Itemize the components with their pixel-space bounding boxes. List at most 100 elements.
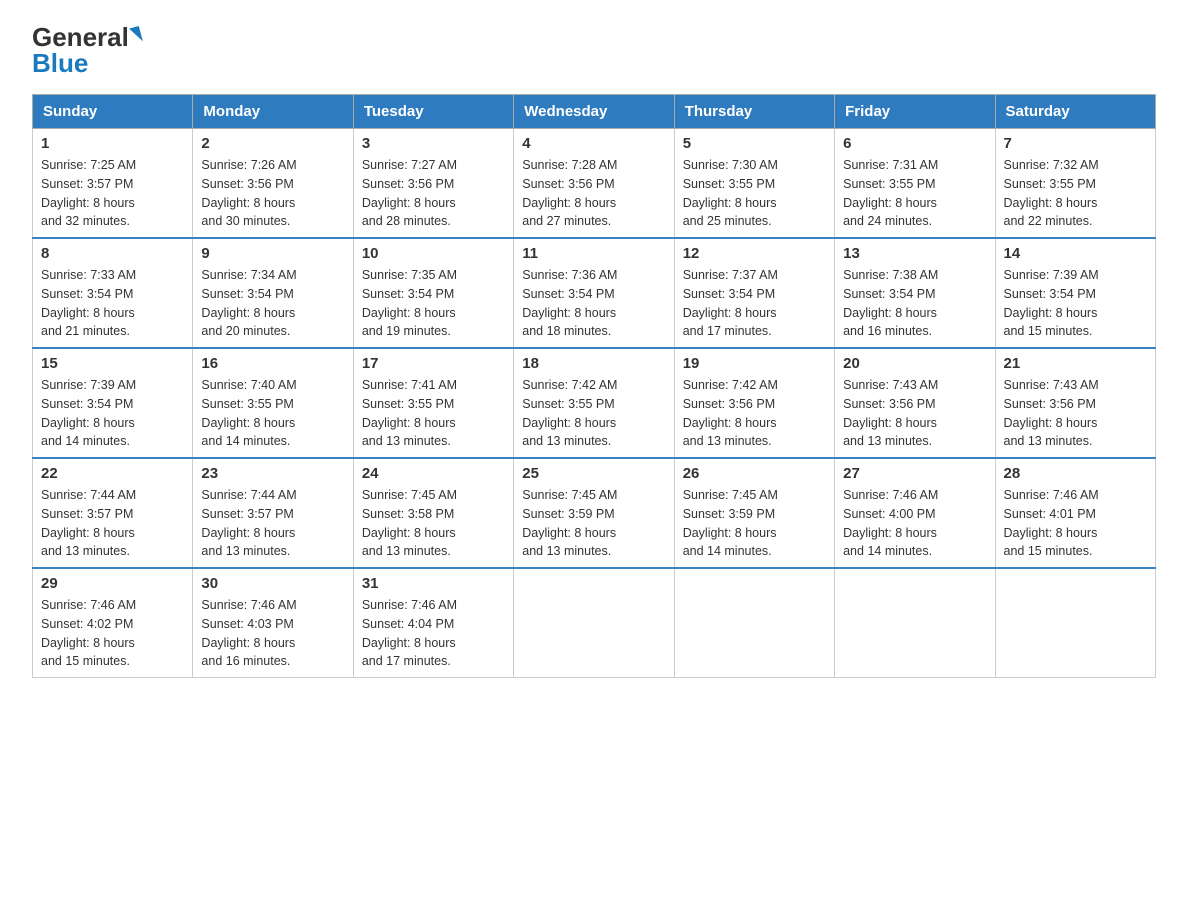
- day-number: 30: [201, 575, 344, 592]
- day-number: 17: [362, 355, 505, 372]
- day-info: Sunrise: 7:30 AMSunset: 3:55 PMDaylight:…: [683, 156, 826, 231]
- weekday-header-tuesday: Tuesday: [353, 95, 513, 129]
- day-info: Sunrise: 7:42 AMSunset: 3:56 PMDaylight:…: [683, 376, 826, 451]
- day-number: 26: [683, 465, 826, 482]
- day-number: 10: [362, 245, 505, 262]
- day-number: 15: [41, 355, 184, 372]
- calendar-cell: 17 Sunrise: 7:41 AMSunset: 3:55 PMDaylig…: [353, 348, 513, 458]
- day-info: Sunrise: 7:35 AMSunset: 3:54 PMDaylight:…: [362, 266, 505, 341]
- weekday-header-thursday: Thursday: [674, 95, 834, 129]
- calendar-cell: 11 Sunrise: 7:36 AMSunset: 3:54 PMDaylig…: [514, 238, 674, 348]
- day-info: Sunrise: 7:39 AMSunset: 3:54 PMDaylight:…: [41, 376, 184, 451]
- calendar-cell: 30 Sunrise: 7:46 AMSunset: 4:03 PMDaylig…: [193, 568, 353, 678]
- calendar-cell: 22 Sunrise: 7:44 AMSunset: 3:57 PMDaylig…: [33, 458, 193, 568]
- weekday-header-friday: Friday: [835, 95, 995, 129]
- logo-blue-text: Blue: [32, 50, 88, 76]
- calendar-week-row: 8 Sunrise: 7:33 AMSunset: 3:54 PMDayligh…: [33, 238, 1156, 348]
- day-info: Sunrise: 7:46 AMSunset: 4:01 PMDaylight:…: [1004, 486, 1147, 561]
- day-info: Sunrise: 7:27 AMSunset: 3:56 PMDaylight:…: [362, 156, 505, 231]
- logo: General Blue: [32, 24, 141, 76]
- day-number: 14: [1004, 245, 1147, 262]
- day-info: Sunrise: 7:46 AMSunset: 4:00 PMDaylight:…: [843, 486, 986, 561]
- weekday-header-sunday: Sunday: [33, 95, 193, 129]
- calendar-cell: 19 Sunrise: 7:42 AMSunset: 3:56 PMDaylig…: [674, 348, 834, 458]
- calendar-cell: 12 Sunrise: 7:37 AMSunset: 3:54 PMDaylig…: [674, 238, 834, 348]
- day-number: 13: [843, 245, 986, 262]
- day-number: 19: [683, 355, 826, 372]
- day-number: 8: [41, 245, 184, 262]
- calendar-cell: 25 Sunrise: 7:45 AMSunset: 3:59 PMDaylig…: [514, 458, 674, 568]
- day-number: 11: [522, 245, 665, 262]
- day-info: Sunrise: 7:45 AMSunset: 3:58 PMDaylight:…: [362, 486, 505, 561]
- day-number: 7: [1004, 135, 1147, 152]
- calendar-week-row: 1 Sunrise: 7:25 AMSunset: 3:57 PMDayligh…: [33, 129, 1156, 239]
- calendar-cell: 5 Sunrise: 7:30 AMSunset: 3:55 PMDayligh…: [674, 129, 834, 239]
- day-number: 21: [1004, 355, 1147, 372]
- calendar-cell: [995, 568, 1155, 678]
- day-number: 9: [201, 245, 344, 262]
- day-info: Sunrise: 7:42 AMSunset: 3:55 PMDaylight:…: [522, 376, 665, 451]
- calendar-cell: 8 Sunrise: 7:33 AMSunset: 3:54 PMDayligh…: [33, 238, 193, 348]
- calendar-cell: 21 Sunrise: 7:43 AMSunset: 3:56 PMDaylig…: [995, 348, 1155, 458]
- day-number: 1: [41, 135, 184, 152]
- day-number: 18: [522, 355, 665, 372]
- calendar-cell: 10 Sunrise: 7:35 AMSunset: 3:54 PMDaylig…: [353, 238, 513, 348]
- day-info: Sunrise: 7:33 AMSunset: 3:54 PMDaylight:…: [41, 266, 184, 341]
- calendar-cell: 27 Sunrise: 7:46 AMSunset: 4:00 PMDaylig…: [835, 458, 995, 568]
- day-number: 29: [41, 575, 184, 592]
- calendar-cell: 7 Sunrise: 7:32 AMSunset: 3:55 PMDayligh…: [995, 129, 1155, 239]
- day-number: 12: [683, 245, 826, 262]
- weekday-header-monday: Monday: [193, 95, 353, 129]
- calendar-cell: 15 Sunrise: 7:39 AMSunset: 3:54 PMDaylig…: [33, 348, 193, 458]
- calendar-header-row: SundayMondayTuesdayWednesdayThursdayFrid…: [33, 95, 1156, 129]
- day-number: 23: [201, 465, 344, 482]
- calendar-cell: 14 Sunrise: 7:39 AMSunset: 3:54 PMDaylig…: [995, 238, 1155, 348]
- weekday-header-wednesday: Wednesday: [514, 95, 674, 129]
- day-info: Sunrise: 7:40 AMSunset: 3:55 PMDaylight:…: [201, 376, 344, 451]
- day-number: 20: [843, 355, 986, 372]
- day-number: 2: [201, 135, 344, 152]
- day-info: Sunrise: 7:31 AMSunset: 3:55 PMDaylight:…: [843, 156, 986, 231]
- calendar-cell: 26 Sunrise: 7:45 AMSunset: 3:59 PMDaylig…: [674, 458, 834, 568]
- calendar-cell: 18 Sunrise: 7:42 AMSunset: 3:55 PMDaylig…: [514, 348, 674, 458]
- day-info: Sunrise: 7:46 AMSunset: 4:04 PMDaylight:…: [362, 596, 505, 671]
- day-info: Sunrise: 7:44 AMSunset: 3:57 PMDaylight:…: [41, 486, 184, 561]
- calendar-cell: 9 Sunrise: 7:34 AMSunset: 3:54 PMDayligh…: [193, 238, 353, 348]
- calendar-week-row: 22 Sunrise: 7:44 AMSunset: 3:57 PMDaylig…: [33, 458, 1156, 568]
- day-info: Sunrise: 7:25 AMSunset: 3:57 PMDaylight:…: [41, 156, 184, 231]
- calendar-cell: 23 Sunrise: 7:44 AMSunset: 3:57 PMDaylig…: [193, 458, 353, 568]
- day-number: 5: [683, 135, 826, 152]
- day-info: Sunrise: 7:36 AMSunset: 3:54 PMDaylight:…: [522, 266, 665, 341]
- calendar-cell: [835, 568, 995, 678]
- calendar-cell: 13 Sunrise: 7:38 AMSunset: 3:54 PMDaylig…: [835, 238, 995, 348]
- calendar-cell: 16 Sunrise: 7:40 AMSunset: 3:55 PMDaylig…: [193, 348, 353, 458]
- page-header: General Blue: [32, 24, 1156, 76]
- day-number: 28: [1004, 465, 1147, 482]
- calendar-cell: 6 Sunrise: 7:31 AMSunset: 3:55 PMDayligh…: [835, 129, 995, 239]
- calendar-cell: 28 Sunrise: 7:46 AMSunset: 4:01 PMDaylig…: [995, 458, 1155, 568]
- day-info: Sunrise: 7:39 AMSunset: 3:54 PMDaylight:…: [1004, 266, 1147, 341]
- calendar-cell: [674, 568, 834, 678]
- day-info: Sunrise: 7:34 AMSunset: 3:54 PMDaylight:…: [201, 266, 344, 341]
- day-info: Sunrise: 7:37 AMSunset: 3:54 PMDaylight:…: [683, 266, 826, 341]
- calendar-cell: 20 Sunrise: 7:43 AMSunset: 3:56 PMDaylig…: [835, 348, 995, 458]
- calendar-cell: 29 Sunrise: 7:46 AMSunset: 4:02 PMDaylig…: [33, 568, 193, 678]
- day-number: 24: [362, 465, 505, 482]
- day-info: Sunrise: 7:41 AMSunset: 3:55 PMDaylight:…: [362, 376, 505, 451]
- day-info: Sunrise: 7:38 AMSunset: 3:54 PMDaylight:…: [843, 266, 986, 341]
- day-info: Sunrise: 7:45 AMSunset: 3:59 PMDaylight:…: [683, 486, 826, 561]
- day-number: 27: [843, 465, 986, 482]
- logo-general-text: General: [32, 24, 129, 50]
- day-number: 16: [201, 355, 344, 372]
- logo-triangle-icon: [129, 26, 143, 44]
- day-number: 31: [362, 575, 505, 592]
- day-number: 25: [522, 465, 665, 482]
- day-number: 6: [843, 135, 986, 152]
- weekday-header-saturday: Saturday: [995, 95, 1155, 129]
- day-info: Sunrise: 7:44 AMSunset: 3:57 PMDaylight:…: [201, 486, 344, 561]
- calendar-cell: 31 Sunrise: 7:46 AMSunset: 4:04 PMDaylig…: [353, 568, 513, 678]
- calendar-cell: 2 Sunrise: 7:26 AMSunset: 3:56 PMDayligh…: [193, 129, 353, 239]
- calendar-week-row: 15 Sunrise: 7:39 AMSunset: 3:54 PMDaylig…: [33, 348, 1156, 458]
- day-number: 22: [41, 465, 184, 482]
- day-info: Sunrise: 7:46 AMSunset: 4:02 PMDaylight:…: [41, 596, 184, 671]
